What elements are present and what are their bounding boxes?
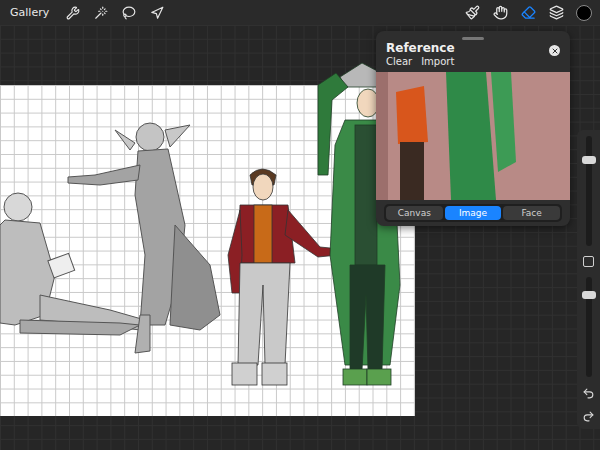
redo-icon[interactable] [582,410,595,423]
layers-icon[interactable] [548,5,564,21]
drawing-canvas[interactable] [0,85,415,416]
reference-panel[interactable]: ReferenceClear Import CanvasImageFace [376,31,570,226]
reference-action[interactable]: Clear [386,56,412,67]
reference-tab[interactable]: Image [445,206,502,220]
top-bar: Gallery [0,0,600,25]
close-icon[interactable] [549,45,560,56]
transform-icon[interactable] [149,5,165,21]
brush-icon[interactable] [464,5,480,21]
procreate-screen: Gallery ReferenceClear Import CanvasImageFa… [0,0,600,450]
gray-figure [68,123,220,353]
right-tools [464,5,592,21]
eraser-icon[interactable] [520,5,536,21]
undo-icon[interactable] [582,387,595,400]
side-bar [577,130,600,429]
slider-thumb[interactable] [582,156,596,164]
smudge-icon[interactable] [492,5,508,21]
selection-icon[interactable] [121,5,137,21]
reference-tabs: CanvasImageFace [384,204,562,222]
red-jacket-figure [228,169,340,385]
slider-thumb[interactable] [582,291,596,299]
panel-grabber[interactable] [462,37,484,40]
opacity-slider[interactable] [586,277,592,377]
modify-button[interactable] [583,256,594,267]
color-swatch[interactable] [576,5,592,21]
reference-image [376,72,570,200]
reference-tab[interactable]: Canvas [386,206,443,220]
reference-title: Reference [386,41,455,55]
reference-tab[interactable]: Face [503,206,560,220]
reference-header: ReferenceClear Import [376,41,570,67]
brush-size-slider[interactable] [586,136,592,246]
gallery-button[interactable]: Gallery [10,6,49,19]
wand-icon[interactable] [93,5,109,21]
reference-title-block: ReferenceClear Import [386,41,455,67]
reference-actions: Clear Import [386,56,455,67]
left-tools: Gallery [10,5,165,21]
wrench-icon[interactable] [65,5,81,21]
seated-figure [0,193,150,335]
reference-action[interactable]: Import [421,56,454,67]
